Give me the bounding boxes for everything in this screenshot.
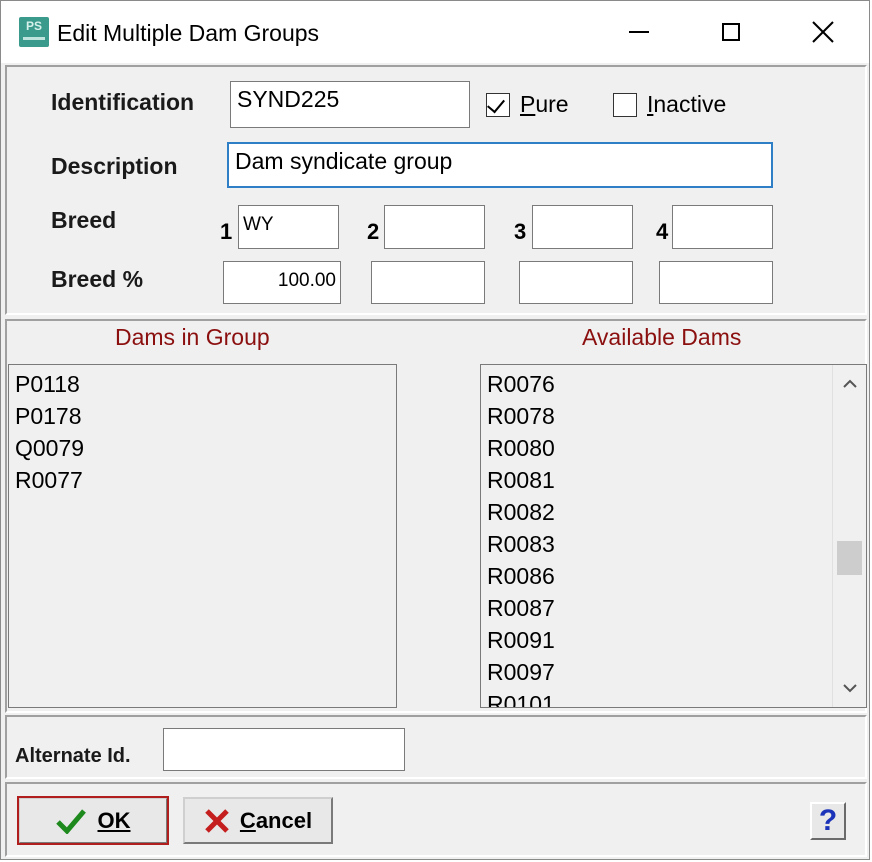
breed-pct-4-field[interactable]	[659, 261, 773, 304]
list-item[interactable]: Q0079	[9, 432, 396, 464]
scroll-down-arrow[interactable]	[833, 671, 866, 705]
list-item[interactable]: R0101	[481, 688, 866, 707]
description-label: Description	[51, 153, 178, 179]
help-icon: ?	[818, 804, 838, 837]
cancel-button[interactable]: Cancel	[183, 797, 333, 844]
breed-pct-label: Breed %	[51, 266, 144, 292]
inactive-label: Inactive	[647, 91, 727, 117]
breed-4-field[interactable]	[672, 205, 773, 249]
list-item[interactable]: R0091	[481, 624, 866, 656]
description-field[interactable]: Dam syndicate group	[227, 142, 773, 188]
list-item[interactable]: R0081	[481, 464, 866, 496]
list-item[interactable]: R0077	[9, 464, 396, 496]
identification-label: Identification	[51, 89, 195, 115]
breed-pct-2-field[interactable]	[371, 261, 485, 304]
app-icon: PS	[19, 17, 49, 47]
list-item[interactable]: R0086	[481, 560, 866, 592]
help-button[interactable]: ?	[810, 802, 846, 840]
chevron-down-icon	[842, 684, 857, 693]
ok-label: OK	[97, 807, 131, 833]
dams-in-group-title: Dams in Group	[115, 324, 270, 350]
list-item[interactable]: R0083	[481, 528, 866, 560]
scroll-up-arrow[interactable]	[833, 367, 866, 401]
breed-pct-1-field[interactable]: 100.00	[223, 261, 341, 304]
pure-label: Pure	[520, 91, 569, 117]
breed-pct-3-field[interactable]	[519, 261, 633, 304]
maximize-icon	[722, 23, 740, 41]
available-dams-list[interactable]: R0076 R0078 R0080 R0081 R0082 R0083 R008…	[480, 364, 867, 708]
checkmark-icon	[487, 94, 505, 113]
pure-checkbox[interactable]: Pure	[486, 91, 569, 118]
ok-button[interactable]: OK	[17, 796, 169, 845]
breed-2-field[interactable]	[384, 205, 485, 249]
maximize-button[interactable]	[685, 1, 777, 63]
breed-3-field[interactable]	[532, 205, 633, 249]
available-dams-scrollbar[interactable]	[832, 365, 866, 707]
list-item[interactable]: R0076	[481, 368, 866, 400]
identification-field[interactable]: SYND225	[230, 81, 470, 128]
breed-3-number: 3	[514, 219, 527, 244]
breed-4-number: 4	[656, 219, 669, 244]
close-icon	[812, 21, 834, 43]
inactive-checkbox-box[interactable]	[613, 92, 637, 117]
list-item[interactable]: P0118	[9, 368, 396, 400]
minimize-icon	[629, 31, 649, 33]
breed-1-field[interactable]: WY	[238, 205, 339, 249]
minimize-button[interactable]	[593, 1, 685, 63]
alternate-id-panel	[5, 715, 867, 779]
title-bar[interactable]: PS Edit Multiple Dam Groups	[1, 1, 869, 63]
cancel-label: Cancel	[239, 807, 313, 833]
alternate-id-field[interactable]	[163, 728, 405, 771]
close-button[interactable]	[777, 1, 869, 63]
breed-2-number: 2	[367, 219, 380, 244]
pure-checkbox-box[interactable]	[486, 92, 510, 117]
checkmark-icon	[55, 808, 86, 834]
list-item[interactable]: R0082	[481, 496, 866, 528]
breed-label: Breed	[51, 207, 117, 233]
list-item[interactable]: P0178	[9, 400, 396, 432]
dialog-window: PS Edit Multiple Dam Groups Identificati…	[0, 0, 870, 860]
available-dams-title: Available Dams	[582, 324, 742, 350]
breed-1-number: 1	[220, 219, 233, 244]
inactive-checkbox[interactable]: Inactive	[613, 91, 726, 118]
list-item[interactable]: R0080	[481, 432, 866, 464]
list-item[interactable]: R0078	[481, 400, 866, 432]
x-icon	[205, 808, 229, 833]
list-item[interactable]: R0097	[481, 656, 866, 688]
window-title: Edit Multiple Dam Groups	[57, 20, 320, 46]
alternate-id-label: Alternate Id.	[15, 745, 131, 767]
chevron-up-icon	[842, 379, 857, 388]
dams-in-group-list[interactable]: P0118 P0178 Q0079 R0077	[8, 364, 397, 708]
list-item[interactable]: R0087	[481, 592, 866, 624]
scroll-thumb[interactable]	[837, 541, 862, 575]
